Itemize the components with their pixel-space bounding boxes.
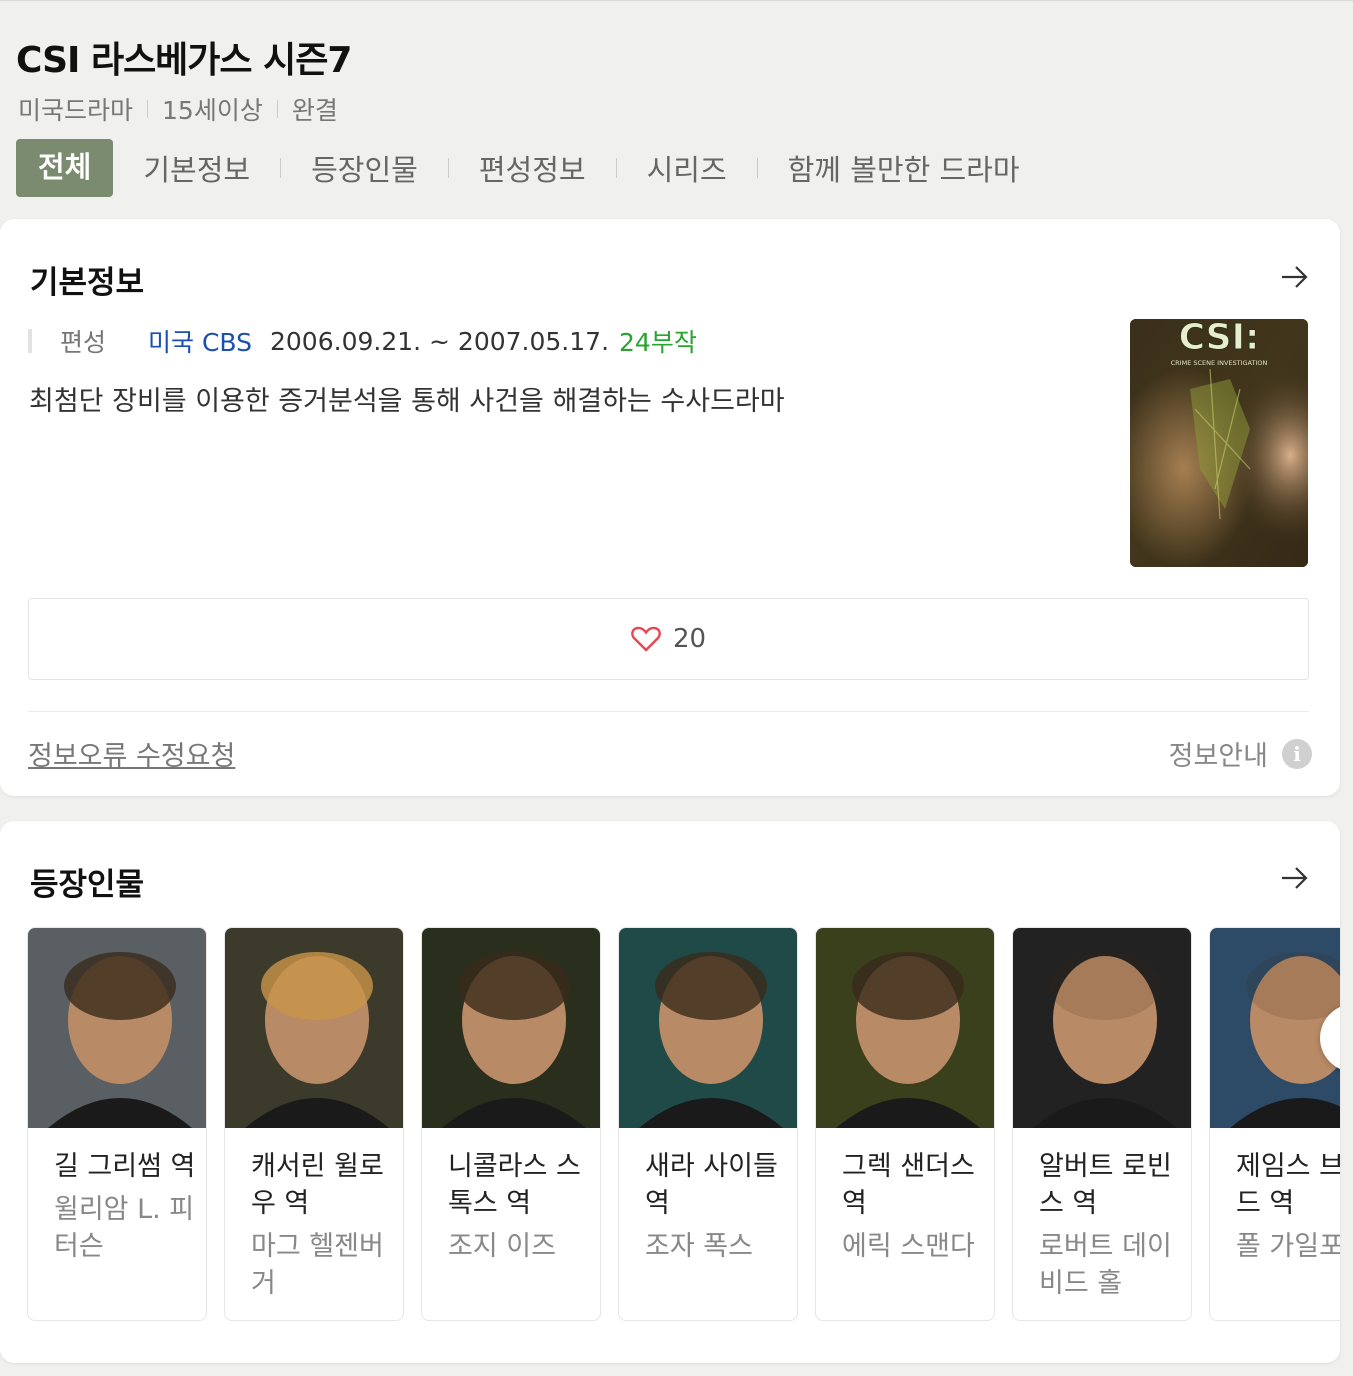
cast-text: 알버트 로빈스 역로버트 데이비드 홀 (1013, 1128, 1191, 1302)
poster-title-text: CSI: (1179, 319, 1260, 358)
schedule-label: 편성 (60, 328, 107, 357)
cast-text: 니콜라스 스톡스 역조지 이즈 (422, 1128, 600, 1265)
cast-photo (816, 928, 994, 1128)
cast-text: 새라 사이들 역조자 폭스 (619, 1128, 797, 1265)
schedule-marker (28, 329, 32, 353)
arrow-right-icon[interactable] (1280, 866, 1310, 890)
cast-member-card[interactable]: 제임스 브래드 역폴 가일포일 (1209, 927, 1340, 1321)
meta-status: 완결 (291, 96, 338, 125)
heart-icon (631, 626, 661, 652)
cast-role: 캐서린 윌로우 역 (251, 1151, 384, 1219)
tab-schedule[interactable]: 편성정보 (479, 147, 586, 189)
tab-related-dramas[interactable]: 함께 볼만한 드라마 (788, 147, 1020, 189)
cast-portrait (225, 928, 403, 1128)
cast-role: 새라 사이들 역 (645, 1151, 778, 1219)
basic-info-card: 기본정보 편성 미국 CBS 2006.09.21. ~ 2007.05.17.… (0, 219, 1340, 796)
cast-member-card[interactable]: 캐서린 윌로우 역마그 헬젠버거 (224, 927, 404, 1321)
description: 최첨단 장비를 이용한 증거분석을 통해 사건을 해결하는 수사드라마 (29, 386, 785, 417)
cast-text: 길 그리썸 역윌리암 L. 피터슨 (28, 1128, 206, 1265)
cast-actor[interactable]: 마그 헬젠버거 (251, 1228, 403, 1302)
cast-title: 등장인물 (30, 867, 145, 903)
cast-actor[interactable]: 로버트 데이비드 홀 (1039, 1228, 1191, 1302)
cast-actor[interactable]: 조지 이즈 (448, 1228, 600, 1265)
cast-portrait (422, 928, 600, 1128)
cast-role: 그렉 샌더스 역 (842, 1151, 975, 1219)
tab-divider (756, 158, 758, 178)
cast-actor[interactable]: 윌리암 L. 피터슨 (54, 1191, 206, 1265)
cast-actor[interactable]: 조자 폭스 (645, 1228, 797, 1265)
cast-portrait (28, 928, 206, 1128)
cast-member-card[interactable]: 길 그리썸 역윌리암 L. 피터슨 (27, 927, 207, 1321)
poster-image[interactable]: CSI: CRIME SCENE INVESTIGATION (1130, 319, 1308, 567)
meta-genre: 미국드라마 (18, 96, 134, 125)
cast-portrait (619, 928, 797, 1128)
tab-cast[interactable]: 등장인물 (311, 147, 418, 189)
cast-text: 캐서린 윌로우 역마그 헬젠버거 (225, 1128, 403, 1302)
tab-divider (615, 158, 617, 178)
cast-member-card[interactable]: 알버트 로빈스 역로버트 데이비드 홀 (1012, 927, 1192, 1321)
schedule-row: 편성 미국 CBS 2006.09.21. ~ 2007.05.17. 24부작 (28, 323, 697, 359)
air-dates: 2006.09.21. ~ 2007.05.17. (270, 326, 610, 356)
page-title: CSI 라스베가스 시즌7 (16, 40, 352, 81)
cast-list: 길 그리썸 역 윌리암 L. 피터슨 캐서린 윌로우 역 마그 헬젠버거 니콜라스 스톡… (27, 927, 1340, 1321)
cast-photo (225, 928, 403, 1128)
arrow-right-icon[interactable] (1280, 265, 1310, 289)
meta-rating: 15세이상 (162, 96, 263, 125)
cast-role: 니콜라스 스톡스 역 (448, 1151, 581, 1219)
cast-text: 제임스 브래드 역폴 가일포일 (1210, 1128, 1340, 1265)
tab-series[interactable]: 시리즈 (647, 147, 727, 189)
cast-photo (28, 928, 206, 1128)
info-guide-label: 정보안내 (1168, 741, 1268, 772)
cast-member-card[interactable]: 니콜라스 스톡스 역조지 이즈 (421, 927, 601, 1321)
tab-basic-info[interactable]: 기본정보 (143, 147, 250, 189)
cast-photo (1013, 928, 1191, 1128)
divider (28, 711, 1309, 712)
cast-role: 알버트 로빈스 역 (1039, 1151, 1172, 1219)
like-count: 20 (672, 624, 707, 654)
network-link[interactable]: 미국 CBS (148, 323, 252, 359)
episode-count: 24부작 (619, 328, 697, 357)
tab-divider (447, 158, 449, 178)
cast-actor[interactable]: 폴 가일포일 (1236, 1228, 1340, 1265)
cast-portrait (816, 928, 994, 1128)
info-icon: i (1282, 738, 1312, 769)
meta-divider (147, 100, 149, 118)
basic-info-title: 기본정보 (30, 265, 145, 301)
cast-photo (422, 928, 600, 1128)
cast-member-card[interactable]: 새라 사이들 역조자 폭스 (618, 927, 798, 1321)
like-button[interactable]: 20 (28, 598, 1309, 680)
tab-divider (280, 158, 282, 178)
cast-photo (619, 928, 797, 1128)
meta-info: 미국드라마 15세이상 완결 (18, 91, 338, 127)
poster-art: CSI: CRIME SCENE INVESTIGATION (1130, 319, 1308, 567)
header: CSI 라스베가스 시즌7 미국드라마 15세이상 완결 전체 기본정보 등장인… (0, 0, 1353, 215)
cast-role: 길 그리썸 역 (54, 1151, 196, 1182)
cast-text: 그렉 샌더스 역에릭 스맨다 (816, 1128, 994, 1265)
info-guide[interactable]: 정보안내 i (1169, 734, 1312, 773)
tab-bar: 전체 기본정보 등장인물 편성정보 시리즈 함께 볼만한 드라마 (16, 139, 1020, 197)
tab-all[interactable]: 전체 (16, 139, 114, 197)
cast-actor[interactable]: 에릭 스맨다 (842, 1228, 994, 1265)
cast-card-section: 등장인물 길 그리썸 역 윌리암 L. 피터슨 캐서린 윌로우 역 마그 헬젠버거 니콜… (0, 821, 1340, 1363)
cast-member-card[interactable]: 그렉 샌더스 역에릭 스맨다 (815, 927, 995, 1321)
cast-portrait (1013, 928, 1191, 1128)
poster-subtitle-text: CRIME SCENE INVESTIGATION (1171, 359, 1268, 367)
meta-divider (276, 100, 278, 118)
report-error-link[interactable]: 정보오류 수정요청 (28, 734, 235, 773)
cast-role: 제임스 브래드 역 (1236, 1151, 1340, 1219)
